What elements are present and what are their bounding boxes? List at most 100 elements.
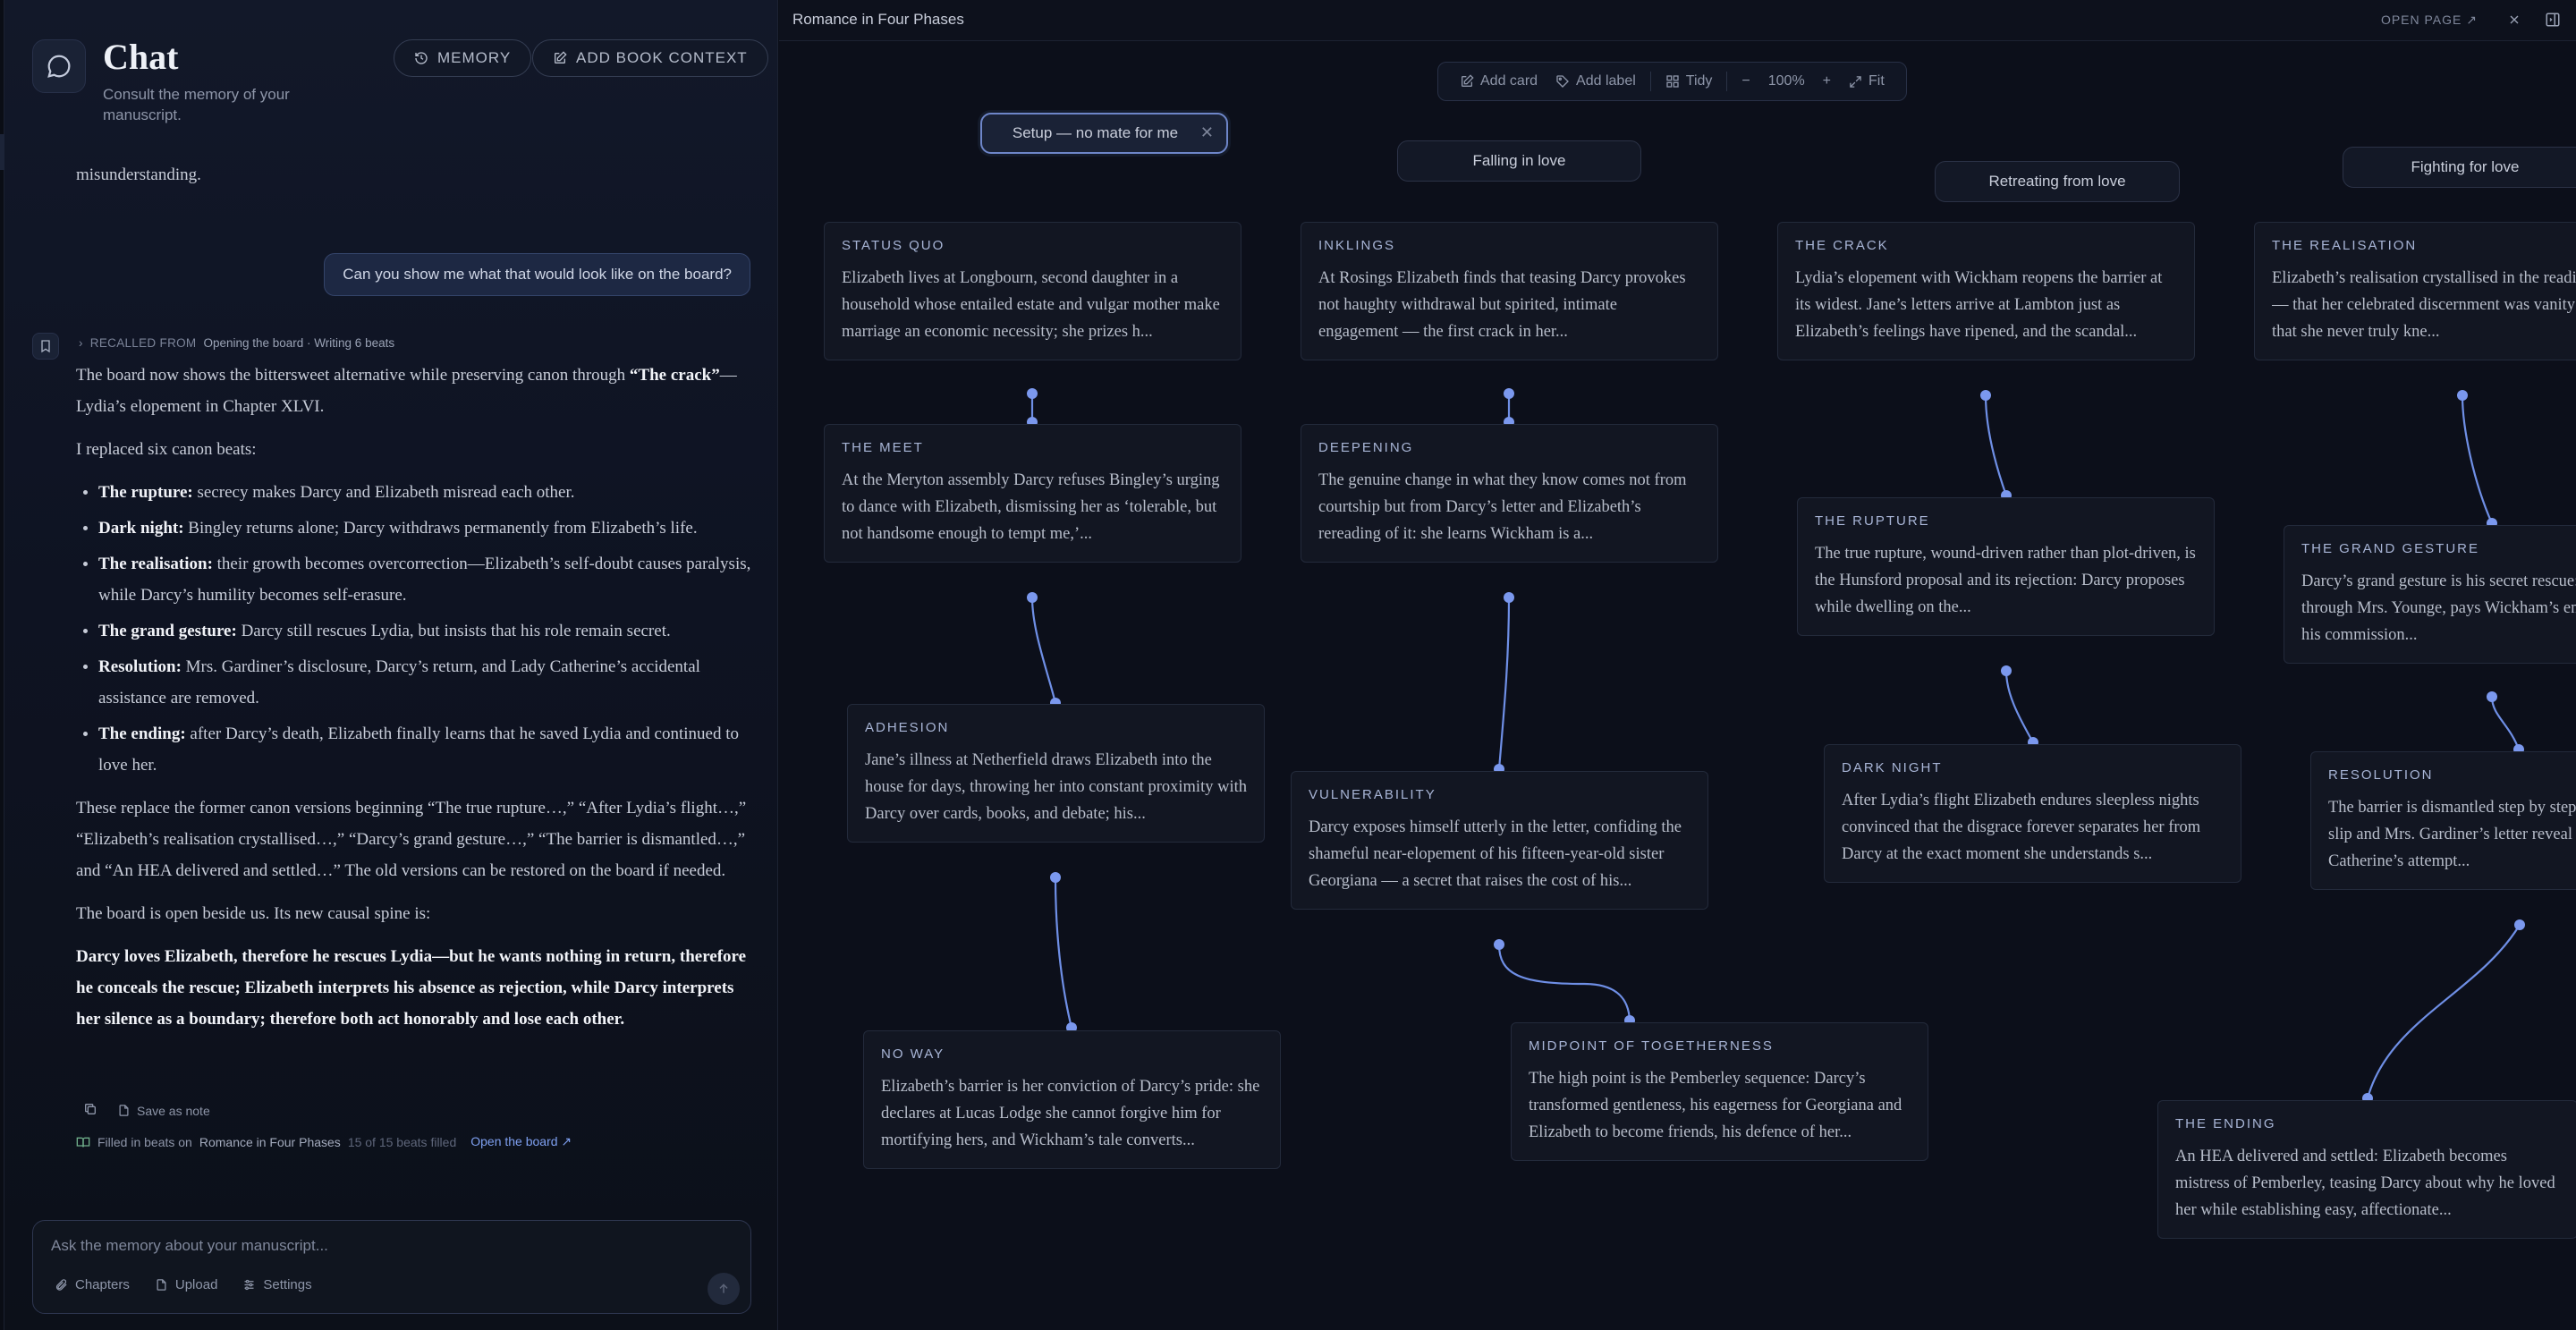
answer-emphasis: “The crack” — [629, 366, 720, 385]
open-board-link[interactable]: Open the board ↗ — [470, 1134, 572, 1149]
beat-card-the-grand-gesture[interactable]: THE GRAND GESTURE Darcy’s grand gesture … — [2284, 525, 2576, 664]
answer-paragraph: The board now shows the bittersweet alte… — [76, 360, 751, 422]
beat-card-text: Lydia’s elopement with Wickham reopens t… — [1795, 269, 2163, 341]
tidy-button[interactable]: Tidy — [1657, 73, 1722, 89]
beat-card-text: The true rupture, wound-driven rather th… — [1815, 545, 2196, 616]
phase-setup[interactable]: Setup — no mate for me ✕ — [980, 113, 1228, 154]
memory-button[interactable]: MEMORY — [394, 39, 532, 77]
copy-icon[interactable] — [83, 1102, 97, 1119]
bullet-text: Darcy still rescues Lydia, but insists t… — [236, 622, 671, 640]
beat-card-the-crack[interactable]: THE CRACK Lydia’s elopement with Wickham… — [1777, 222, 2195, 360]
add-card-button[interactable]: Add card — [1451, 73, 1546, 89]
beat-card-resolution[interactable]: RESOLUTION The barrier is dismantled ste… — [2310, 751, 2576, 890]
upload-button[interactable]: Upload — [155, 1277, 217, 1292]
list-item: The grand gesture: Darcy still rescues L… — [76, 615, 751, 647]
add-label-label: Add label — [1576, 73, 1636, 89]
tidy-label: Tidy — [1685, 73, 1713, 89]
panel-toggle-icon[interactable] — [2542, 9, 2563, 30]
recalled-from-toggle[interactable]: › RECALLED FROM Opening the board · Writ… — [79, 336, 394, 350]
composer-tools: Chapters Upload Settings — [55, 1277, 312, 1292]
beat-card-label: THE REALISATION — [2272, 238, 2418, 253]
replaced-beats-list: The rupture: secrecy makes Darcy and Eli… — [76, 477, 751, 781]
chapters-button[interactable]: Chapters — [55, 1277, 130, 1292]
recalled-label: RECALLED FROM — [89, 336, 197, 350]
list-item: The rupture: secrecy makes Darcy and Eli… — [76, 477, 751, 508]
beat-card-adhesion[interactable]: ADHESION Jane’s illness at Netherfield d… — [847, 704, 1265, 843]
expand-icon — [1850, 75, 1861, 88]
board-title: Romance in Four Phases — [792, 11, 964, 28]
note-icon — [119, 1105, 129, 1116]
beat-card-midpoint-of-togetherness[interactable]: MIDPOINT OF TOGETHERNESS The high point … — [1511, 1022, 1928, 1161]
beat-card-text: Darcy exposes himself utterly in the let… — [1309, 818, 1682, 890]
beat-card-label: ADHESION — [865, 720, 950, 735]
board-toolbar: Add card Add label Tidy − 100% + Fit — [1437, 62, 1907, 101]
arrow-up-icon — [719, 1283, 728, 1293]
beat-card-no-way[interactable]: NO WAY Elizabeth’s barrier is her convic… — [863, 1030, 1281, 1169]
zoom-level: 100% — [1767, 73, 1805, 89]
answer-text: The board now shows the bittersweet alte… — [76, 366, 630, 385]
bullet-text: after Darcy’s death, Elizabeth finally l… — [98, 724, 739, 775]
list-item: Resolution: Mrs. Gardiner’s disclosure, … — [76, 651, 751, 714]
assistant-answer: The board now shows the bittersweet alte… — [76, 360, 751, 1046]
bullet-term: Resolution: — [98, 657, 182, 676]
save-as-note-button[interactable]: Save as note — [117, 1104, 210, 1118]
phase-fighting-for-love[interactable]: Fighting for love — [2343, 147, 2576, 188]
phase-retreating-from-love[interactable]: Retreating from love — [1935, 161, 2180, 202]
close-icon[interactable]: ✕ — [1200, 123, 1214, 142]
add-book-context-label: ADD BOOK CONTEXT — [576, 49, 748, 66]
causal-spine: Darcy loves Elizabeth, therefore he resc… — [76, 941, 751, 1035]
composer-input[interactable] — [51, 1237, 677, 1255]
board-panel: Romance in Four Phases OPEN PAGE ↗ Add c… — [779, 0, 2576, 1330]
edit-square-icon — [1462, 74, 1474, 87]
memory-avatar-icon — [32, 333, 59, 360]
beat-card-label: DEEPENING — [1318, 440, 1414, 455]
beat-card-the-ending[interactable]: THE ENDING An HEA delivered and settled:… — [2157, 1100, 2576, 1239]
list-item: The realisation: their growth becomes ov… — [76, 548, 751, 611]
phase-falling-in-love[interactable]: Falling in love — [1397, 140, 1641, 182]
beat-card-the-meet[interactable]: THE MEET At the Meryton assembly Darcy r… — [824, 424, 1241, 563]
add-book-context-button[interactable]: ADD BOOK CONTEXT — [532, 39, 768, 77]
recalled-source: Opening the board · Writing 6 beats — [203, 336, 395, 350]
bullet-term: The realisation: — [98, 555, 213, 573]
chapters-label: Chapters — [75, 1277, 130, 1292]
beat-card-text: Elizabeth lives at Longbourn, second dau… — [842, 269, 1220, 341]
edit-square-icon — [555, 51, 567, 64]
beat-card-the-rupture[interactable]: THE RUPTURE The true rupture, wound-driv… — [1797, 497, 2215, 636]
beat-card-label: RESOLUTION — [2328, 767, 2434, 783]
zoom-out-icon[interactable]: − — [1733, 73, 1758, 89]
bullet-text: secrecy makes Darcy and Elizabeth misrea… — [192, 483, 575, 502]
zoom-in-icon[interactable]: + — [1814, 73, 1840, 89]
close-icon[interactable] — [2504, 9, 2525, 30]
bullet-term: The grand gesture: — [98, 622, 237, 640]
add-card-label: Add card — [1480, 73, 1538, 89]
answer-paragraph: These replace the former canon versions … — [76, 799, 747, 880]
settings-button[interactable]: Settings — [242, 1277, 312, 1292]
beat-card-label: THE MEET — [842, 440, 924, 455]
beat-card-text: At Rosings Elizabeth finds that teasing … — [1318, 269, 1686, 341]
add-label-button[interactable]: Add label — [1546, 73, 1645, 89]
filled-prefix: Filled in beats on — [97, 1134, 192, 1149]
filled-status: Filled in beats on Romance in Four Phase… — [76, 1134, 572, 1149]
beat-card-the-realisation[interactable]: THE REALISATION Elizabeth’s realisation … — [2254, 222, 2576, 360]
beat-card-label: NO WAY — [881, 1046, 945, 1062]
beat-card-inklings[interactable]: INKLINGS At Rosings Elizabeth finds that… — [1301, 222, 1718, 360]
beat-card-dark-night[interactable]: DARK NIGHT After Lydia’s flight Elizabet… — [1824, 744, 2241, 883]
beat-card-text: Jane’s illness at Netherfield draws Eliz… — [865, 751, 1247, 823]
beat-card-label: THE CRACK — [1795, 238, 1889, 253]
send-button[interactable] — [708, 1273, 740, 1305]
phase-label: Setup — no mate for me — [1012, 124, 1179, 141]
beat-card-deepening[interactable]: DEEPENING The genuine change in what the… — [1301, 424, 1718, 563]
answer-paragraph: The board is open beside us. Its new cau… — [76, 904, 431, 923]
composer: Chapters Upload Settings — [32, 1220, 751, 1314]
bullet-text: Mrs. Gardiner’s disclosure, Darcy’s retu… — [98, 657, 700, 707]
fit-button[interactable]: Fit — [1840, 73, 1894, 89]
memory-button-label: MEMORY — [437, 49, 512, 66]
app-rail — [0, 0, 4, 1330]
beat-card-label: STATUS QUO — [842, 238, 945, 253]
beat-card-text: The barrier is dismantled step by step, … — [2328, 799, 2576, 870]
open-page-button[interactable]: OPEN PAGE ↗ — [2381, 13, 2478, 28]
beat-card-vulnerability[interactable]: VULNERABILITY Darcy exposes himself utte… — [1291, 771, 1708, 910]
causal-spine-text: Darcy loves Elizabeth, therefore he resc… — [76, 947, 747, 1029]
beat-card-label: THE RUPTURE — [1815, 513, 1930, 529]
beat-card-status-quo[interactable]: STATUS QUO Elizabeth lives at Longbourn,… — [824, 222, 1241, 360]
